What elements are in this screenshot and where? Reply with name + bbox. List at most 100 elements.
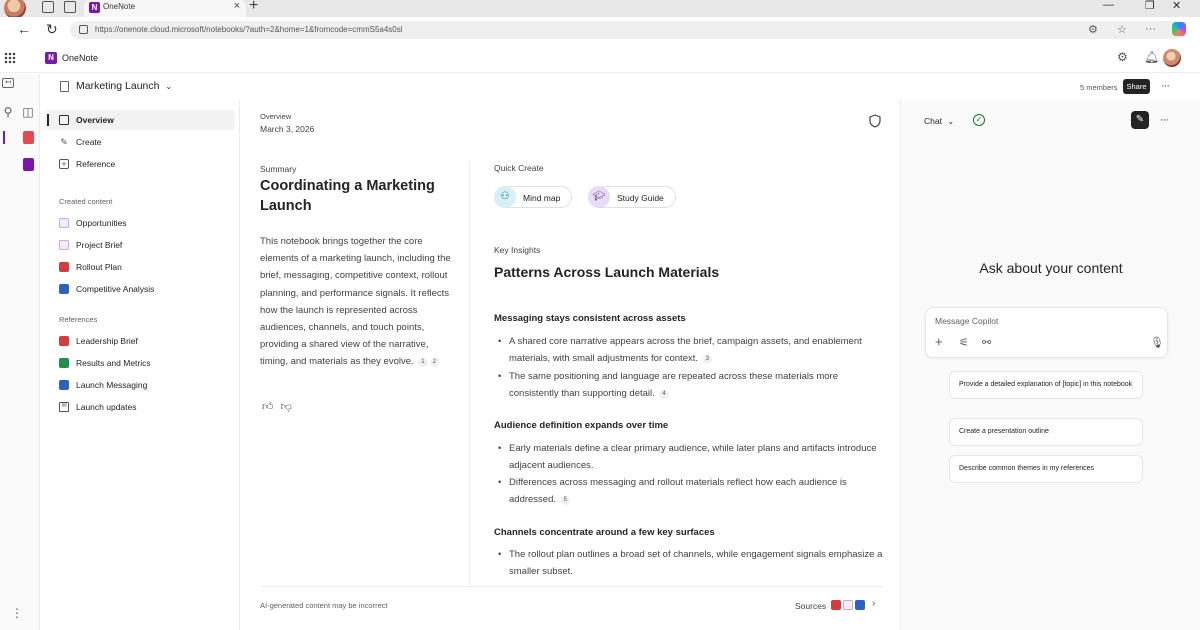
key-insights-title: Patterns Across Launch Materials	[494, 264, 720, 280]
citation-badge[interactable]: 1	[418, 358, 428, 368]
overview-label: Overview	[260, 112, 292, 121]
onenote-window: N OneNote × + — ❐ ✕ ← ↻ https://onenote.…	[0, 0, 1200, 630]
close-tab-icon[interactable]: ×	[234, 0, 240, 12]
tab-actions-icon[interactable]	[64, 1, 76, 13]
summary-body: This notebook brings together the core e…	[260, 233, 456, 371]
browser-tab-onenote[interactable]: N OneNote ×	[84, 0, 246, 17]
mind-map-button[interactable]: ⚇ Mind map	[494, 186, 572, 208]
nav-item-label: Launch updates	[76, 402, 137, 412]
mind-map-icon: ⚇	[494, 186, 516, 208]
rail-more-icon[interactable]: ⋮	[10, 606, 24, 620]
nav-item-label: Reference	[76, 159, 116, 169]
notebook-red-icon[interactable]	[23, 131, 34, 144]
onenote-logo-icon: N	[45, 52, 57, 64]
bullet-text: Early materials define a clear primary a…	[509, 443, 877, 472]
chip-label: Study Guide	[617, 193, 664, 203]
notebook-more-icon[interactable]: ···	[1161, 80, 1170, 92]
suggestion-button[interactable]: Create a presentation outline	[949, 418, 1143, 446]
chevron-right-icon[interactable]: ›	[872, 598, 875, 609]
page-icon	[59, 240, 69, 250]
tracking-prevention-icon[interactable]: ⚙	[1088, 23, 1098, 36]
nav-item-label: Rollout Plan	[76, 262, 122, 272]
search-icon[interactable]: ⚲	[1, 105, 15, 119]
collections-icon[interactable]	[42, 1, 54, 13]
sources-button[interactable]: Sources	[795, 601, 826, 611]
summary-title: Coordinating a Marketing Launch	[260, 178, 435, 214]
pdf-source-icon	[831, 600, 841, 610]
citation-badge[interactable]: 5	[560, 496, 570, 506]
thumbs-up-icon[interactable]: 👍︎	[262, 401, 274, 413]
insight-bullet: Differences across messaging and rollout…	[498, 474, 889, 508]
suggestion-button[interactable]: Describe common themes in my references	[949, 455, 1143, 483]
new-chat-icon[interactable]: ✎	[1131, 111, 1149, 129]
insight-bullet: A shared core narrative appears across t…	[498, 333, 889, 367]
restore-icon[interactable]: ❐	[1145, 0, 1155, 12]
insight-bullet: The rollout plan outlines a broad set of…	[498, 546, 889, 580]
chat-more-icon[interactable]: ···	[1160, 114, 1169, 126]
tools-sliders-icon[interactable]: ⚟	[959, 336, 969, 349]
references-label: References	[59, 315, 98, 324]
bullet-text: A shared core narrative appears across t…	[509, 336, 862, 365]
create-pencil-icon: ✎	[60, 137, 68, 147]
app-launcher-icon[interactable]	[4, 52, 16, 64]
notebook-title-dropdown[interactable]: Marketing Launch ⌄	[76, 80, 172, 92]
close-window-icon[interactable]: ✕	[1172, 0, 1181, 12]
mail-icon: ✉	[59, 402, 69, 412]
chevron-down-icon: ⌄	[165, 82, 173, 91]
site-info-icon[interactable]	[79, 25, 88, 34]
chip-label: Mind map	[523, 193, 561, 203]
word-file-icon	[59, 380, 69, 390]
refresh-icon[interactable]: ↻	[46, 21, 58, 38]
message-placeholder[interactable]: Message Copilot	[935, 316, 998, 326]
app-header: N OneNote ⚙ 🔔︎	[0, 43, 1200, 73]
back-arrow-icon[interactable]: ←	[17, 21, 31, 37]
onenote-favicon-icon: N	[89, 2, 100, 13]
bullet-text: The rollout plan outlines a broad set of…	[509, 549, 883, 578]
pdf-file-icon	[59, 336, 69, 346]
bullet-text: Differences across messaging and rollout…	[509, 477, 847, 506]
address-bar[interactable]: https://onenote.cloud.microsoft/notebook…	[70, 21, 1185, 39]
summary-text: This notebook brings together the core e…	[260, 236, 451, 368]
link-icon[interactable]: ⚯	[982, 336, 991, 349]
excel-file-icon	[59, 358, 69, 368]
chat-pane: Chat ⌄ ✓ ✎ ··· Ask about your content Me…	[902, 100, 1200, 630]
citation-badge[interactable]: 2	[429, 358, 439, 368]
microphone-icon[interactable]: 🎙︎	[1150, 336, 1164, 349]
copilot-icon[interactable]	[1172, 22, 1186, 36]
address-url[interactable]: https://onenote.cloud.microsoft/notebook…	[95, 25, 403, 34]
active-notebook-marker	[3, 131, 5, 144]
minimize-icon[interactable]: —	[1103, 0, 1114, 11]
settings-gear-icon[interactable]: ⚙	[1117, 50, 1128, 64]
copilot-message-input[interactable]: Message Copilot + ⚟ ⚯ 🎙︎	[925, 307, 1168, 358]
study-guide-button[interactable]: 🎓︎ Study Guide	[588, 186, 676, 208]
insight-bullet: The same positioning and language are re…	[498, 368, 889, 402]
new-tab-icon[interactable]: +	[249, 0, 258, 15]
chat-dropdown[interactable]: Chat ⌄	[924, 116, 954, 126]
share-button[interactable]: Share	[1123, 79, 1150, 94]
suggestion-button[interactable]: Provide a detailed explanation of [topic…	[949, 371, 1143, 399]
graduation-cap-icon: 🎓︎	[588, 186, 610, 208]
notebook-purple-icon[interactable]	[23, 158, 34, 171]
pdf-file-icon	[59, 262, 69, 272]
members-count[interactable]: 5 members	[1080, 83, 1118, 92]
insight-heading: Audience definition expands over time	[494, 420, 669, 431]
thumbs-down-icon[interactable]: 👎︎	[281, 401, 292, 413]
shield-icon[interactable]	[869, 114, 881, 128]
add-reference-icon: +	[59, 159, 69, 169]
notifications-bell-icon[interactable]: 🔔︎	[1144, 50, 1159, 64]
nav-item-label: Project Brief	[76, 240, 123, 250]
citation-badge[interactable]: 4	[659, 390, 669, 400]
selected-nav-highlight	[45, 110, 235, 130]
notebooks-list-icon[interactable]: ◫	[21, 105, 35, 119]
browser-more-icon[interactable]: ···	[1145, 23, 1156, 35]
nav-item-label: Leadership Brief	[76, 336, 138, 346]
add-attachment-icon[interactable]: +	[935, 334, 943, 349]
check-circle-icon: ✓	[973, 114, 985, 126]
nav-item-label: Create	[76, 137, 102, 147]
user-avatar[interactable]	[1163, 49, 1181, 67]
citation-badge[interactable]: 3	[702, 355, 712, 365]
favorites-star-icon[interactable]: ☆	[1117, 23, 1127, 36]
selected-nav-marker	[47, 114, 49, 126]
feedback-buttons: 👍︎ 👎︎	[262, 400, 292, 413]
collapse-pane-icon[interactable]: ↤	[2, 78, 14, 88]
